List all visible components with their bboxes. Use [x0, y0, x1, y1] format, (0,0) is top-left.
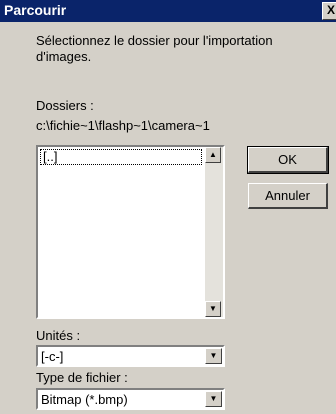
filetype-select[interactable]: Bitmap (*.bmp) ▼ — [36, 388, 225, 410]
chevron-down-icon: ▼ — [209, 394, 218, 403]
scroll-up-button[interactable]: ▲ — [205, 147, 221, 163]
close-icon: X — [327, 3, 336, 17]
chevron-down-icon: ▼ — [209, 351, 218, 360]
drives-label: Unités : — [36, 328, 81, 343]
current-path: c:\fichie~1\flashp~1\camera~1 — [36, 118, 210, 133]
scroll-down-button[interactable]: ▼ — [205, 301, 221, 317]
drive-dropdown-button[interactable]: ▼ — [205, 348, 222, 364]
cancel-button[interactable]: Annuler — [248, 183, 328, 209]
arrow-up-icon: ▲ — [209, 150, 217, 159]
instruction-text: Sélectionnez le dossier pour l'importati… — [36, 33, 273, 64]
close-button[interactable]: X — [322, 2, 336, 20]
ok-button[interactable]: OK — [247, 146, 329, 174]
folder-listbox[interactable]: [..] ▲ ▼ — [36, 145, 225, 319]
drive-value: [-c-] — [41, 349, 64, 364]
browse-dialog: Parcourir X Sélectionnez le dossier pour… — [0, 0, 336, 414]
filetype-dropdown-button[interactable]: ▼ — [205, 391, 222, 407]
list-item[interactable]: [..] — [40, 149, 202, 165]
title-bar: Parcourir X — [0, 0, 336, 22]
drive-select[interactable]: [-c-] ▼ — [36, 345, 225, 367]
folders-label: Dossiers : — [36, 98, 94, 113]
filetype-label: Type de fichier : — [36, 370, 128, 385]
dialog-title: Parcourir — [4, 2, 67, 18]
arrow-down-icon: ▼ — [209, 304, 217, 313]
vertical-scrollbar[interactable]: ▲ ▼ — [205, 147, 223, 317]
filetype-value: Bitmap (*.bmp) — [41, 392, 128, 407]
